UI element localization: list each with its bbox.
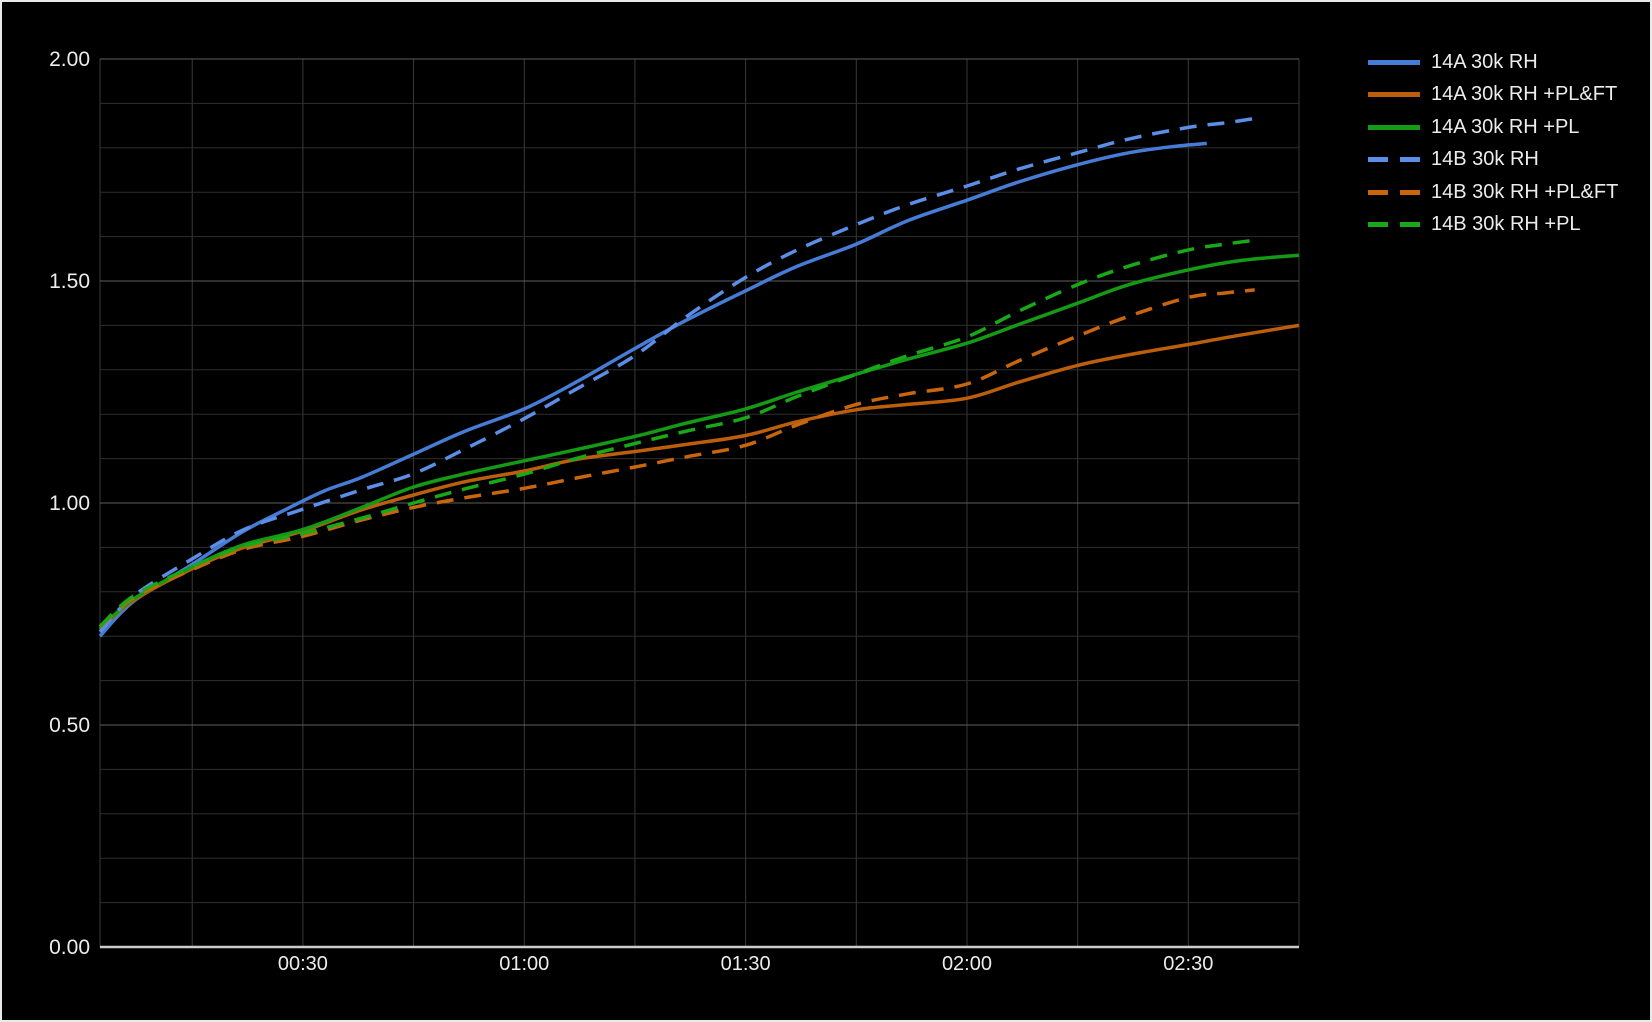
y-axis-tick-label: 1.00 (49, 492, 90, 515)
legend-label: 14B 30k RH +PL&FT (1431, 181, 1618, 204)
series-line-14a-30k-rh-pl-ft (100, 325, 1299, 629)
legend-item-14a-30k-rh-pl-ft: 14A 30k RH +PL&FT (1368, 79, 1618, 112)
legend-swatch-solid-line (1368, 60, 1420, 65)
series-line-14b-30k-rh-pl (100, 240, 1255, 626)
legend-swatch-dash-segment (1400, 157, 1420, 162)
legend-swatch-dashed-line (1368, 190, 1420, 195)
legend-item-14b-30k-rh-pl: 14B 30k RH +PL (1368, 209, 1618, 242)
legend-label: 14A 30k RH +PL (1431, 116, 1579, 139)
x-axis-tick-label: 02:00 (942, 953, 992, 975)
y-axis-tick-label: 2.00 (49, 48, 90, 71)
x-axis-tick-label: 01:00 (499, 953, 549, 975)
legend-item-14a-30k-rh-pl: 14A 30k RH +PL (1368, 111, 1618, 144)
x-axis-tick-label: 01:30 (721, 953, 771, 975)
legend-swatch-dash-segment (1400, 222, 1420, 227)
chart-legend: 14A 30k RH 14A 30k RH +PL&FT 14A 30k RH +P… (1368, 46, 1618, 241)
legend-swatch-dashed-line (1368, 157, 1420, 162)
x-axis-tick-label: 02:30 (1163, 953, 1213, 975)
y-axis-tick-label: 0.50 (49, 714, 90, 737)
legend-swatch-solid-line (1368, 125, 1420, 130)
series-line-14a-30k-rh (100, 143, 1207, 636)
series-line-14b-30k-rh (100, 119, 1255, 632)
legend-swatch-dash-segment (1368, 190, 1388, 195)
legend-swatch-solid-line (1368, 92, 1420, 97)
legend-label: 14B 30k RH +PL (1431, 213, 1581, 236)
x-axis-tick-label: 00:30 (278, 953, 328, 975)
legend-item-14b-30k-rh-pl-ft: 14B 30k RH +PL&FT (1368, 176, 1618, 209)
legend-swatch-dash-segment (1368, 222, 1388, 227)
chart-canvas: 2.00 1.50 1.00 0.50 0.00 00:30 01:00 01:30 02:00… (0, 0, 1652, 1022)
legend-label: 14A 30k RH (1431, 51, 1538, 74)
legend-label: 14A 30k RH +PL&FT (1431, 83, 1617, 106)
y-axis-tick-label: 0.00 (49, 936, 90, 959)
legend-swatch-dash-segment (1400, 190, 1420, 195)
legend-swatch-dash-segment (1368, 157, 1388, 162)
legend-label: 14B 30k RH (1431, 148, 1539, 171)
legend-item-14a-30k-rh: 14A 30k RH (1368, 46, 1618, 79)
legend-item-14b-30k-rh: 14B 30k RH (1368, 144, 1618, 177)
legend-swatch-dashed-line (1368, 222, 1420, 227)
y-axis-tick-label: 1.50 (49, 270, 90, 293)
